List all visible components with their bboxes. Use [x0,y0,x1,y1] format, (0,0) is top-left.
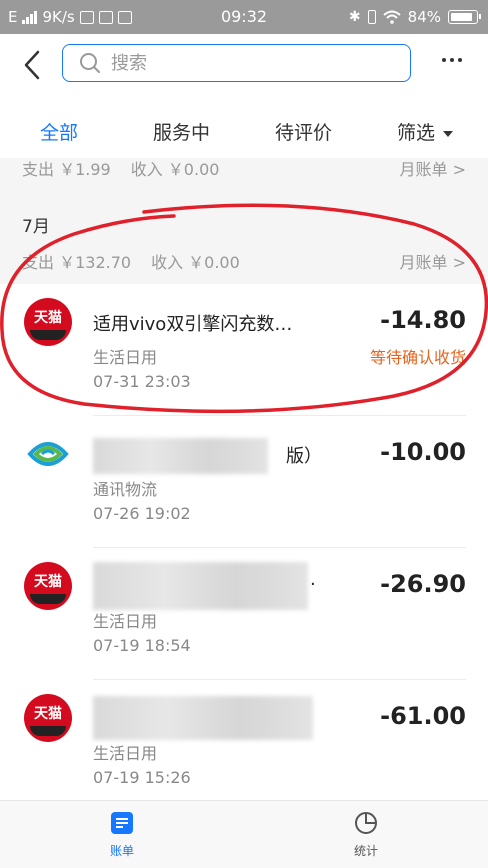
transaction-amount: -26.90 [380,570,466,598]
header [0,34,488,100]
july-monthly-bill-link[interactable]: 月账单 > [400,249,467,273]
transaction-title: 适用vivo双引擎闪充数… [93,314,293,335]
month-label: 7月 [22,217,50,237]
tmall-logo-text: 天猫 [34,574,62,590]
tab-bar: 全部 服务中 待评价 筛选 [0,100,488,158]
china-mobile-logo [27,442,69,466]
search-icon [80,53,100,73]
tab-filter[interactable]: 筛选 [397,118,454,145]
tab-to-review[interactable]: 待评价 [275,118,332,145]
nav-bill-label: 账单 [109,844,134,858]
transaction-status: 等待确认收货 [369,348,466,367]
transaction-category: 生活日用 [93,612,158,631]
july-expense: 支出 ￥132.70 [22,253,132,272]
back-button[interactable] [20,48,46,82]
transaction-category: 生活日用 [93,348,158,367]
july-income: 收入 ￥0.00 [151,253,240,272]
transaction-category: 生活日用 [93,744,158,763]
transaction-amount: -61.00 [380,702,466,730]
transaction-row[interactable]: 版） 通讯物流 07-26 19:02 -10.00 [0,416,488,548]
transaction-row[interactable]: 天猫 生活日用 07-19 15:26 -61.00 [0,680,488,812]
tab-all[interactable]: 全部 [40,118,78,145]
tmall-logo: 天猫 [24,562,72,610]
prev-expense: 支出 ￥1.99 [22,160,111,179]
transaction-title: 版） [286,446,322,467]
transaction-amount: -14.80 [380,306,466,334]
transaction-row[interactable]: 天猫 适用vivo双引擎闪充数… 生活日用 07-31 23:03 -14.80… [0,284,488,416]
blurred-title [93,696,313,740]
more-dot-icon [450,58,454,62]
status-right: ✱ 84% [348,8,481,26]
tab-in-service[interactable]: 服务中 [153,118,210,145]
july-section: 7月 支出 ￥132.70 收入 ￥0.00 月账单 > [0,182,488,284]
prev-monthly-bill-link[interactable]: 月账单 > [400,158,467,180]
bottom-nav: 账单 统计 [0,800,488,868]
chevron-left-icon [24,50,40,80]
transaction-time: 07-31 23:03 [93,372,191,391]
more-dot-icon [458,58,462,62]
tmall-logo: 天猫 [24,298,72,346]
transaction-time: 07-19 18:54 [93,636,191,655]
nav-bill[interactable]: 账单 [82,811,162,859]
search-input[interactable] [109,51,373,75]
nav-statistics[interactable]: 统计 [326,811,406,859]
battery-percent: 84% [407,8,441,26]
battery-icon [448,10,481,24]
more-options-button[interactable] [442,58,462,62]
vibrate-icon [367,10,376,24]
blurred-title [93,562,308,610]
transaction-category: 通讯物流 [93,480,158,499]
transaction-time: 07-26 19:02 [93,504,191,523]
tmall-logo-text: 天猫 [34,706,62,722]
pie-chart-icon [355,812,377,834]
search-box[interactable] [62,44,411,82]
prev-income: 收入 ￥0.00 [130,160,220,179]
caret-down-icon [443,130,454,137]
filter-label: 筛选 [397,122,436,144]
bluetooth-icon: ✱ [348,9,361,25]
more-dot-icon [442,58,446,62]
transaction-title: · [310,574,316,595]
bill-icon [111,812,133,834]
transaction-time: 07-19 15:26 [93,768,191,787]
status-bar: E 9K/s 09:32 ✱ 84% [0,0,488,34]
transaction-row[interactable]: 天猫 · 生活日用 07-19 18:54 -26.90 [0,548,488,680]
tmall-logo: 天猫 [24,694,72,742]
transaction-amount: -10.00 [380,438,466,466]
blurred-title [93,438,268,474]
tmall-logo-text: 天猫 [34,310,62,326]
wifi-icon [382,10,401,24]
nav-statistics-label: 统计 [353,844,378,858]
prev-month-summary: 支出 ￥1.99 收入 ￥0.00 月账单 > [0,158,488,182]
